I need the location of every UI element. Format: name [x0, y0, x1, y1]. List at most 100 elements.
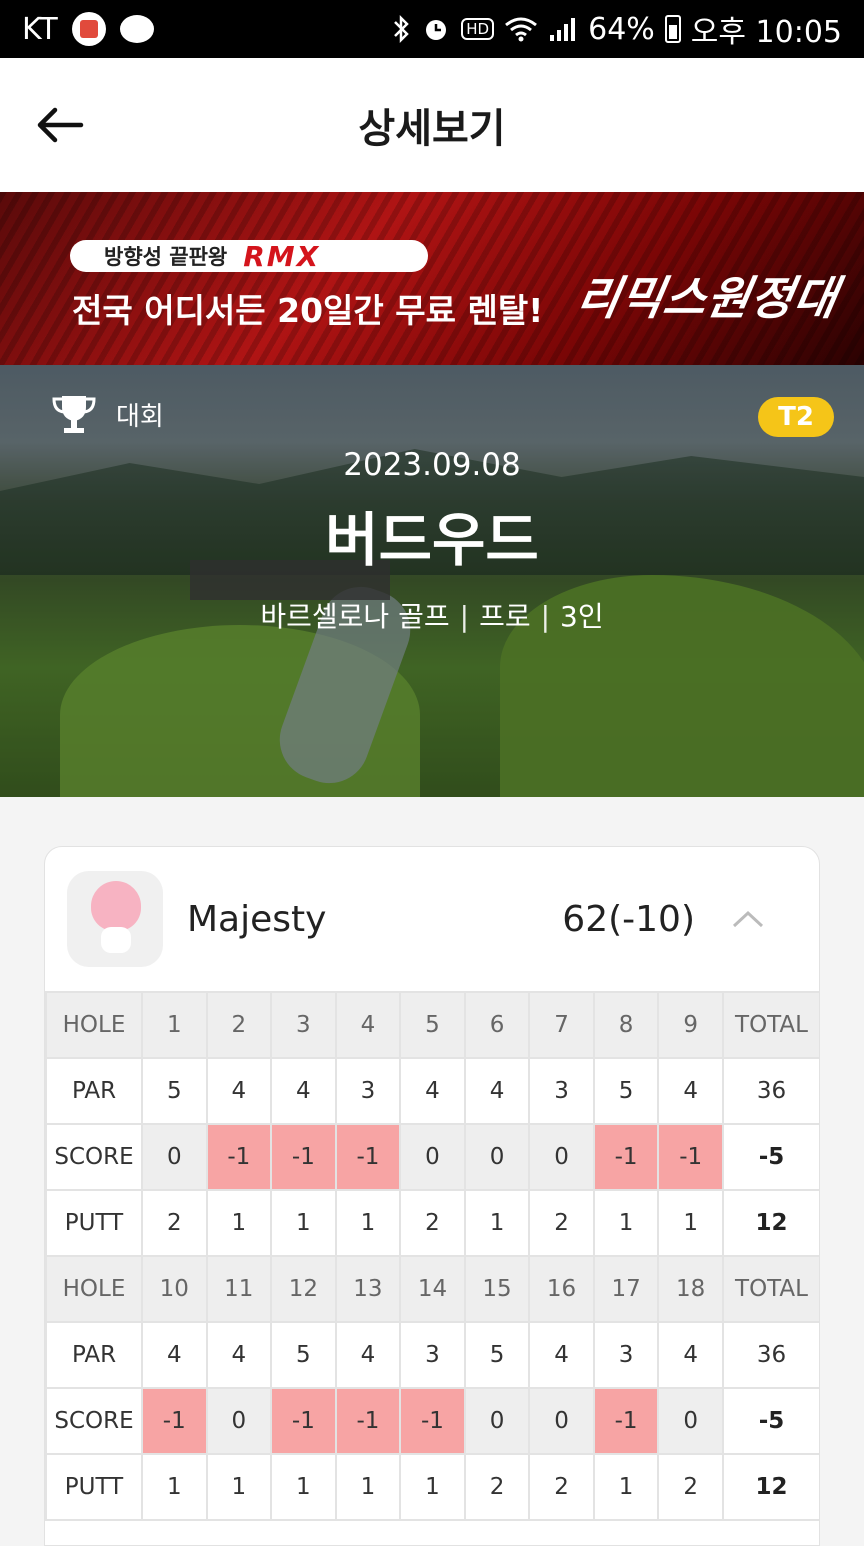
score-cell: 2	[463, 1453, 531, 1521]
score-cell: -1	[399, 1387, 466, 1455]
row-label: PUTT	[45, 1189, 143, 1257]
player-count: 3인	[560, 600, 604, 633]
score-cell: 0	[205, 1387, 273, 1455]
score-cell: 3	[592, 1321, 660, 1389]
score-cell: 5	[592, 1057, 660, 1125]
banner-brand-logo: RMX	[243, 239, 321, 273]
score-cell: 2	[528, 1453, 595, 1521]
score-cell: -1	[592, 1123, 660, 1191]
score-cell: 1	[592, 1189, 660, 1257]
scorecard-front-par-row: PAR 5 4 4 3 4 4 3 5 4 36	[45, 1057, 819, 1125]
score-cell: 3	[399, 1321, 466, 1389]
score-cell: -1	[141, 1387, 208, 1455]
app-bar: 상세보기	[0, 58, 864, 192]
score-cell: 1	[141, 991, 208, 1059]
banner-tagline: 방향성 끝판왕	[104, 245, 228, 269]
round-category: 대회	[50, 393, 164, 435]
banner-tagline-pill: 방향성 끝판왕 RMX	[70, 239, 428, 273]
score-cell: 1	[657, 1189, 724, 1257]
hd-voice-icon: HD	[461, 18, 495, 40]
score-cell: 0	[657, 1387, 724, 1455]
alarm-icon	[421, 14, 451, 44]
score-cell: 2	[205, 991, 273, 1059]
total-cell: 12	[722, 1453, 819, 1521]
score-cell: 4	[657, 1321, 724, 1389]
score-cell: 0	[528, 1387, 595, 1455]
score-cell: 1	[334, 1189, 402, 1257]
wifi-icon	[504, 15, 538, 43]
score-cell: 0	[399, 1123, 466, 1191]
score-cell: 0	[463, 1387, 531, 1455]
score-cell: 4	[205, 1057, 273, 1125]
promo-banner[interactable]: 방향성 끝판왕 RMX 전국 어디서든 20일간 무료 렌탈! 리믹스원정대	[0, 192, 864, 365]
score-cell: 9	[657, 991, 724, 1059]
category-label: 대회	[116, 401, 164, 432]
row-label: HOLE	[45, 991, 143, 1059]
row-label: HOLE	[45, 1255, 143, 1323]
battery-icon	[664, 15, 681, 43]
score-table: HOLE 1 2 3 4 5 6 7 8 9 TOTAL PAR 5 4 4 3 4 4 3 5 4 36 SCORE 0 -1…	[45, 991, 819, 1521]
player-header[interactable]: Majesty 62(-10)	[45, 847, 819, 991]
score-cell: 6	[463, 991, 531, 1059]
score-cell: -1	[270, 1387, 337, 1455]
total-cell: 36	[722, 1057, 819, 1125]
battery-percent: 64%	[588, 11, 655, 47]
score-cell: 0	[141, 1123, 208, 1191]
score-cell: 17	[592, 1255, 660, 1323]
score-cell: 11	[205, 1255, 273, 1323]
app-notification-icon	[71, 12, 106, 46]
player-name: Majesty	[187, 898, 327, 940]
score-cell: 1	[592, 1453, 660, 1521]
score-cell: 2	[657, 1453, 724, 1521]
back-arrow-icon	[37, 107, 84, 143]
score-cell: -1	[657, 1123, 724, 1191]
score-cell: 8	[592, 991, 660, 1059]
score-cell: 12	[270, 1255, 337, 1323]
score-cell: 4	[528, 1321, 595, 1389]
chevron-up-icon	[732, 910, 764, 928]
scorecard-back-putt-row: PUTT 1 1 1 1 1 2 2 1 2 12	[45, 1453, 819, 1521]
score-cell: 3	[334, 1057, 402, 1125]
banner-event-logo: 리믹스원정대	[572, 271, 843, 325]
collapse-button[interactable]	[713, 889, 783, 949]
score-cell: 1	[205, 1189, 273, 1257]
total-cell: TOTAL	[722, 1255, 819, 1323]
avatar	[67, 871, 163, 967]
score-cell: 0	[528, 1123, 595, 1191]
clock: 오후 10:05	[690, 15, 842, 50]
score-cell: 2	[528, 1189, 595, 1257]
score-cell: 1	[463, 1189, 531, 1257]
scorecard-back-hole-row: HOLE 10 11 12 13 14 15 16 17 18 TOTAL	[45, 1255, 819, 1323]
score-cell: 7	[528, 991, 595, 1059]
total-cell: -5	[722, 1123, 819, 1191]
score-cell: 2	[141, 1189, 208, 1257]
course-name: 버드우드	[325, 506, 539, 574]
score-cell: 4	[334, 991, 402, 1059]
trophy-icon	[52, 396, 96, 433]
score-cell: -1	[334, 1387, 402, 1455]
score-cell: 3	[528, 1057, 595, 1125]
score-cell: 13	[334, 1255, 402, 1323]
back-button[interactable]	[30, 100, 90, 150]
round-info: 바르셀로나 골프 | 프로 | 3인	[260, 600, 604, 633]
scorecard-front-hole-row: HOLE 1 2 3 4 5 6 7 8 9 TOTAL	[45, 991, 819, 1059]
score-cell: -1	[205, 1123, 273, 1191]
score-cell: -1	[270, 1123, 337, 1191]
score-cell: 15	[463, 1255, 531, 1323]
total-cell: 12	[722, 1189, 819, 1257]
score-cell: 4	[141, 1321, 208, 1389]
row-label: PUTT	[45, 1453, 143, 1521]
course-hero: 대회 T2 2023.09.08 버드우드 바르셀로나 골프 | 프로 | 3인	[0, 365, 864, 797]
score-cell: 10	[141, 1255, 208, 1323]
score-cell: 1	[205, 1453, 273, 1521]
score-cell: 4	[334, 1321, 402, 1389]
status-bar: KT HD 64% 오후 10:05	[0, 0, 864, 58]
scorecard-front-putt-row: PUTT 2 1 1 1 2 1 2 1 1 12	[45, 1189, 819, 1257]
score-cell: 18	[657, 1255, 724, 1323]
score-cell: 1	[399, 1453, 466, 1521]
scorecard-front-score-row: SCORE 0 -1 -1 -1 0 0 0 -1 -1 -5	[45, 1123, 819, 1191]
banner-headline: 전국 어디서든 20일간 무료 렌탈!	[72, 291, 544, 330]
row-label: PAR	[45, 1321, 143, 1389]
score-cell: -1	[592, 1387, 660, 1455]
scorecard-back-par-row: PAR 4 4 5 4 3 5 4 3 4 36	[45, 1321, 819, 1389]
